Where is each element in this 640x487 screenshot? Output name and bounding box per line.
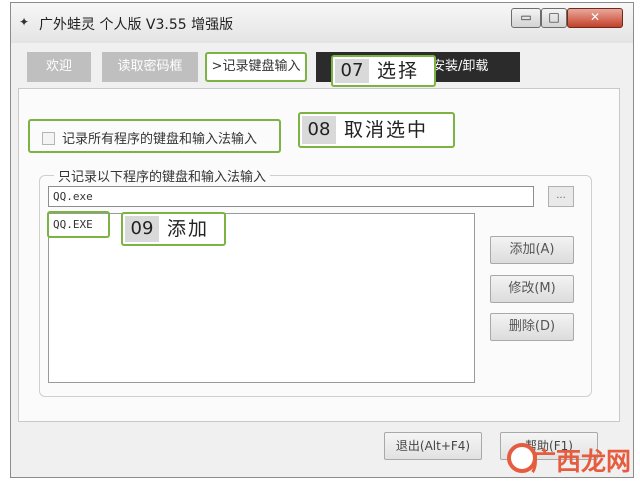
tab-keyboard-record[interactable]: >记录键盘输入 bbox=[205, 52, 307, 82]
callout-08: 08 取消选中 bbox=[298, 112, 455, 148]
tab-welcome[interactable]: 欢迎 bbox=[27, 52, 91, 82]
maximize-icon: □ bbox=[548, 10, 560, 24]
minimize-button[interactable]: ▭ bbox=[511, 8, 541, 28]
tab-read-password[interactable]: 读取密码框 bbox=[102, 52, 198, 82]
program-path-input[interactable]: QQ.exe bbox=[48, 186, 534, 207]
record-all-label: 记录所有程序的键盘和输入法输入 bbox=[62, 132, 258, 147]
exit-button[interactable]: 退出(Alt+F4) bbox=[384, 432, 482, 460]
delete-button[interactable]: 删除(D) bbox=[490, 313, 574, 341]
record-all-highlight[interactable]: 记录所有程序的键盘和输入法输入 bbox=[28, 119, 281, 153]
watermark-text: 广西龙网 bbox=[531, 447, 632, 476]
maximize-button[interactable]: □ bbox=[541, 8, 567, 28]
minimize-icon: ▭ bbox=[520, 10, 532, 24]
callout-08-number: 08 bbox=[302, 116, 336, 144]
app-icon: ✦ bbox=[19, 15, 30, 29]
callout-07: 07 选择 bbox=[331, 55, 436, 87]
tab-install-label: 安装/卸载 bbox=[432, 59, 489, 74]
record-all-checkbox[interactable] bbox=[42, 132, 55, 145]
callout-08-text: 取消选中 bbox=[344, 119, 429, 141]
program-list[interactable] bbox=[48, 213, 475, 383]
callout-09-number: 09 bbox=[125, 216, 159, 242]
list-item-highlight[interactable]: QQ.EXE bbox=[47, 211, 110, 238]
window-title: 广外蛙灵 个人版 V3.55 增强版 bbox=[39, 17, 234, 33]
close-button[interactable]: ✕ bbox=[567, 8, 623, 28]
callout-07-number: 07 bbox=[335, 59, 369, 83]
list-item[interactable]: QQ.EXE bbox=[53, 218, 93, 231]
watermark: 广西龙网 bbox=[507, 440, 631, 478]
callout-09-text: 添加 bbox=[167, 218, 210, 240]
callout-09: 09 添加 bbox=[121, 212, 226, 246]
title-bar: ✦ 广外蛙灵 个人版 V3.55 增强版 ▭ □ ✕ bbox=[11, 3, 633, 43]
add-button[interactable]: 添加(A) bbox=[490, 236, 574, 264]
group-legend: 只记录以下程序的键盘和输入法输入 bbox=[54, 166, 271, 185]
close-icon: ✕ bbox=[589, 10, 601, 24]
edit-button[interactable]: 修改(M) bbox=[490, 275, 574, 303]
callout-07-text: 选择 bbox=[377, 60, 420, 82]
browse-button[interactable]: ... bbox=[548, 186, 574, 207]
